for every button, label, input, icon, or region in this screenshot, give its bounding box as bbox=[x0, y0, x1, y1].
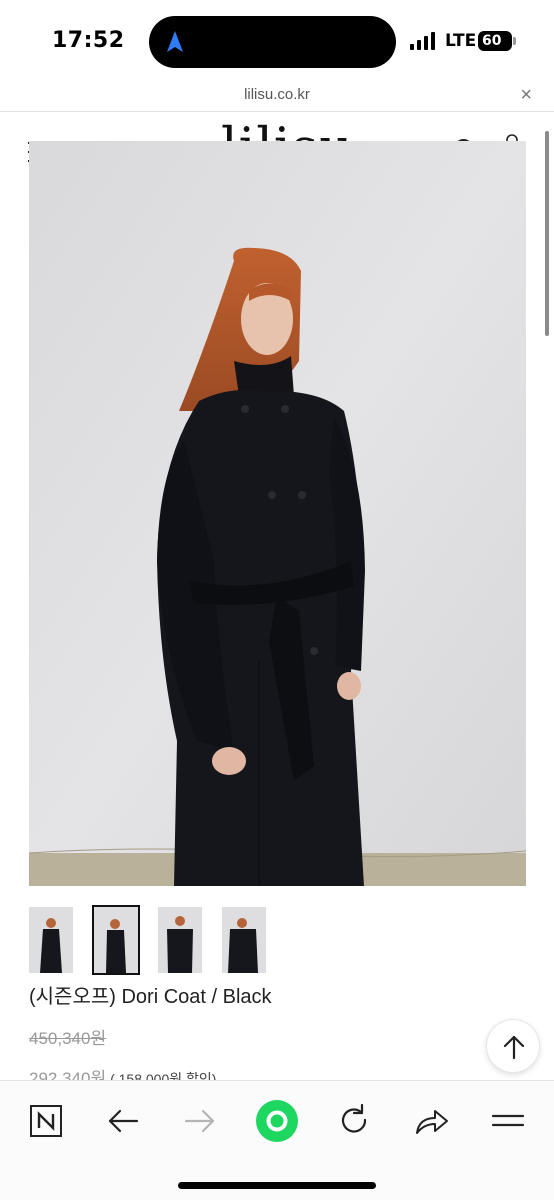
back-button[interactable] bbox=[101, 1099, 145, 1143]
signal-icon bbox=[410, 32, 435, 50]
status-time: 17:52 bbox=[52, 28, 125, 53]
naver-n-icon bbox=[30, 1105, 62, 1137]
url-text[interactable]: lilisu.co.kr bbox=[0, 86, 554, 103]
home-indicator[interactable] bbox=[178, 1182, 376, 1189]
battery-level: 60 bbox=[482, 33, 502, 49]
share-icon bbox=[416, 1110, 448, 1134]
product-photo bbox=[29, 141, 526, 886]
status-bar: 17:52 LTE 60 bbox=[0, 0, 554, 84]
arrow-up-icon bbox=[503, 1035, 525, 1060]
close-icon[interactable]: × bbox=[520, 84, 532, 106]
product-main-image[interactable] bbox=[29, 141, 526, 886]
scroll-to-top-button[interactable] bbox=[486, 1019, 540, 1073]
green-dot-icon bbox=[256, 1100, 298, 1142]
naver-home-button[interactable] bbox=[24, 1099, 68, 1143]
thumbnail-2[interactable] bbox=[92, 905, 140, 975]
dynamic-island bbox=[149, 16, 396, 68]
refresh-icon bbox=[341, 1103, 367, 1133]
green-dot-button[interactable] bbox=[255, 1099, 299, 1143]
battery-icon: 60 bbox=[478, 31, 516, 51]
refresh-button[interactable] bbox=[332, 1099, 376, 1143]
scrollbar[interactable] bbox=[545, 131, 549, 336]
share-button[interactable] bbox=[409, 1099, 453, 1143]
url-bar[interactable]: lilisu.co.kr × bbox=[0, 84, 554, 112]
forward-button[interactable] bbox=[178, 1099, 222, 1143]
menu-lines-icon bbox=[491, 1114, 525, 1127]
original-price: 450,340원 bbox=[29, 1029, 107, 1048]
forward-arrow-icon bbox=[184, 1109, 215, 1133]
menu-button[interactable] bbox=[486, 1099, 530, 1143]
network-label: LTE bbox=[445, 31, 477, 51]
thumbnail-1[interactable] bbox=[29, 907, 73, 973]
thumbnail-3[interactable] bbox=[158, 907, 202, 973]
navigation-arrow-icon bbox=[167, 31, 183, 52]
back-arrow-icon bbox=[108, 1109, 139, 1133]
product-name: (시즌오프) Dori Coat / Black bbox=[29, 986, 272, 1008]
thumbnail-4[interactable] bbox=[222, 907, 266, 973]
